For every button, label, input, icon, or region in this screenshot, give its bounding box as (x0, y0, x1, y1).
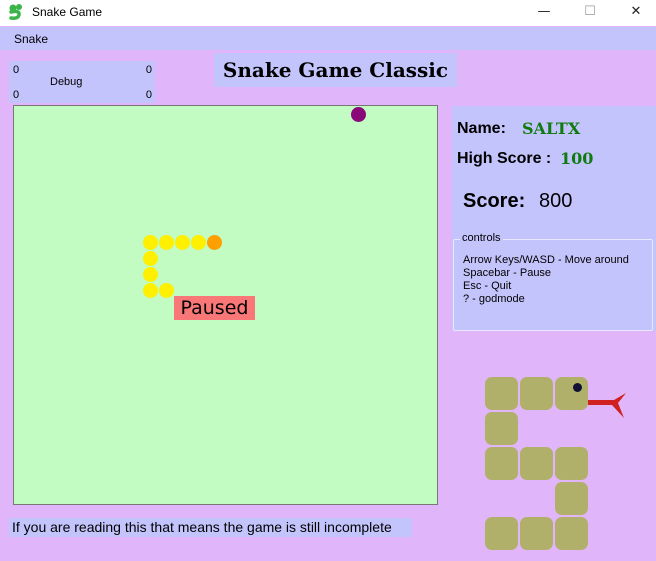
snake-block (555, 482, 588, 515)
high-score-value: 100 (560, 149, 594, 168)
control-hint: Spacebar - Pause (463, 267, 552, 279)
menu-bar: Snake (0, 27, 656, 50)
snake-segment (175, 235, 190, 250)
snake-block (485, 517, 518, 550)
menu-item-snake[interactable]: Snake (14, 32, 48, 46)
snake-tongue-icon (588, 393, 626, 418)
paused-status: Paused (174, 296, 255, 320)
snake-illustration (484, 374, 634, 554)
control-hint: Arrow Keys/WASD - Move around (463, 254, 629, 266)
score-value: 800 (539, 190, 573, 212)
close-button[interactable]: ✕ (613, 0, 656, 26)
high-score-label: High Score : (457, 150, 552, 167)
name-label: Name: (457, 120, 506, 137)
snake-block (520, 377, 553, 410)
snake-block (485, 447, 518, 480)
snake-segment (143, 251, 158, 266)
snake-segment (191, 235, 206, 250)
score-label: Score: (463, 190, 526, 212)
controls-title: controls (460, 232, 503, 244)
snake-block (520, 517, 553, 550)
snake-block (555, 447, 588, 480)
snake-head-block (555, 377, 588, 410)
snake-block (485, 377, 518, 410)
snake-head (207, 235, 222, 250)
maximize-button[interactable]: ☐ (567, 0, 613, 26)
snake-segment (143, 235, 158, 250)
snake-app-icon (9, 4, 22, 20)
snake-segment (143, 283, 158, 298)
minimize-button[interactable]: — (521, 0, 567, 26)
control-hint: Esc - Quit (463, 280, 512, 292)
debug-value-bottom-right: 0 (145, 89, 152, 101)
debug-label: Debug (50, 76, 83, 88)
title-bar: Snake Game — ☐ ✕ (0, 0, 656, 26)
window-title: Snake Game (32, 5, 103, 19)
snake-segment (143, 267, 158, 282)
controls-groupbox: controls Arrow Keys/WASD - Move around S… (453, 232, 653, 331)
player-name: SALTX (522, 119, 581, 138)
debug-value-top-left: 0 (13, 64, 20, 76)
snake-block (520, 447, 553, 480)
snake-eye-icon (573, 383, 582, 392)
snake-block (485, 412, 518, 445)
page-title: Snake Game Classic (214, 53, 457, 87)
debug-value-top-right: 0 (145, 64, 152, 76)
snake-segment (159, 235, 174, 250)
snake-segment (159, 283, 174, 298)
info-panel: Name: SALTX High Score : 100 Score: 800 … (452, 106, 656, 331)
game-board[interactable]: Paused (13, 105, 438, 505)
debug-value-bottom-left: 0 (13, 89, 20, 101)
control-hint: ? - godmode (463, 293, 525, 305)
debug-panel: 0 0 Debug 0 0 (9, 61, 155, 103)
snake-block (555, 517, 588, 550)
footer-message: If you are reading this that means the g… (9, 518, 412, 537)
food-pellet (351, 107, 366, 122)
